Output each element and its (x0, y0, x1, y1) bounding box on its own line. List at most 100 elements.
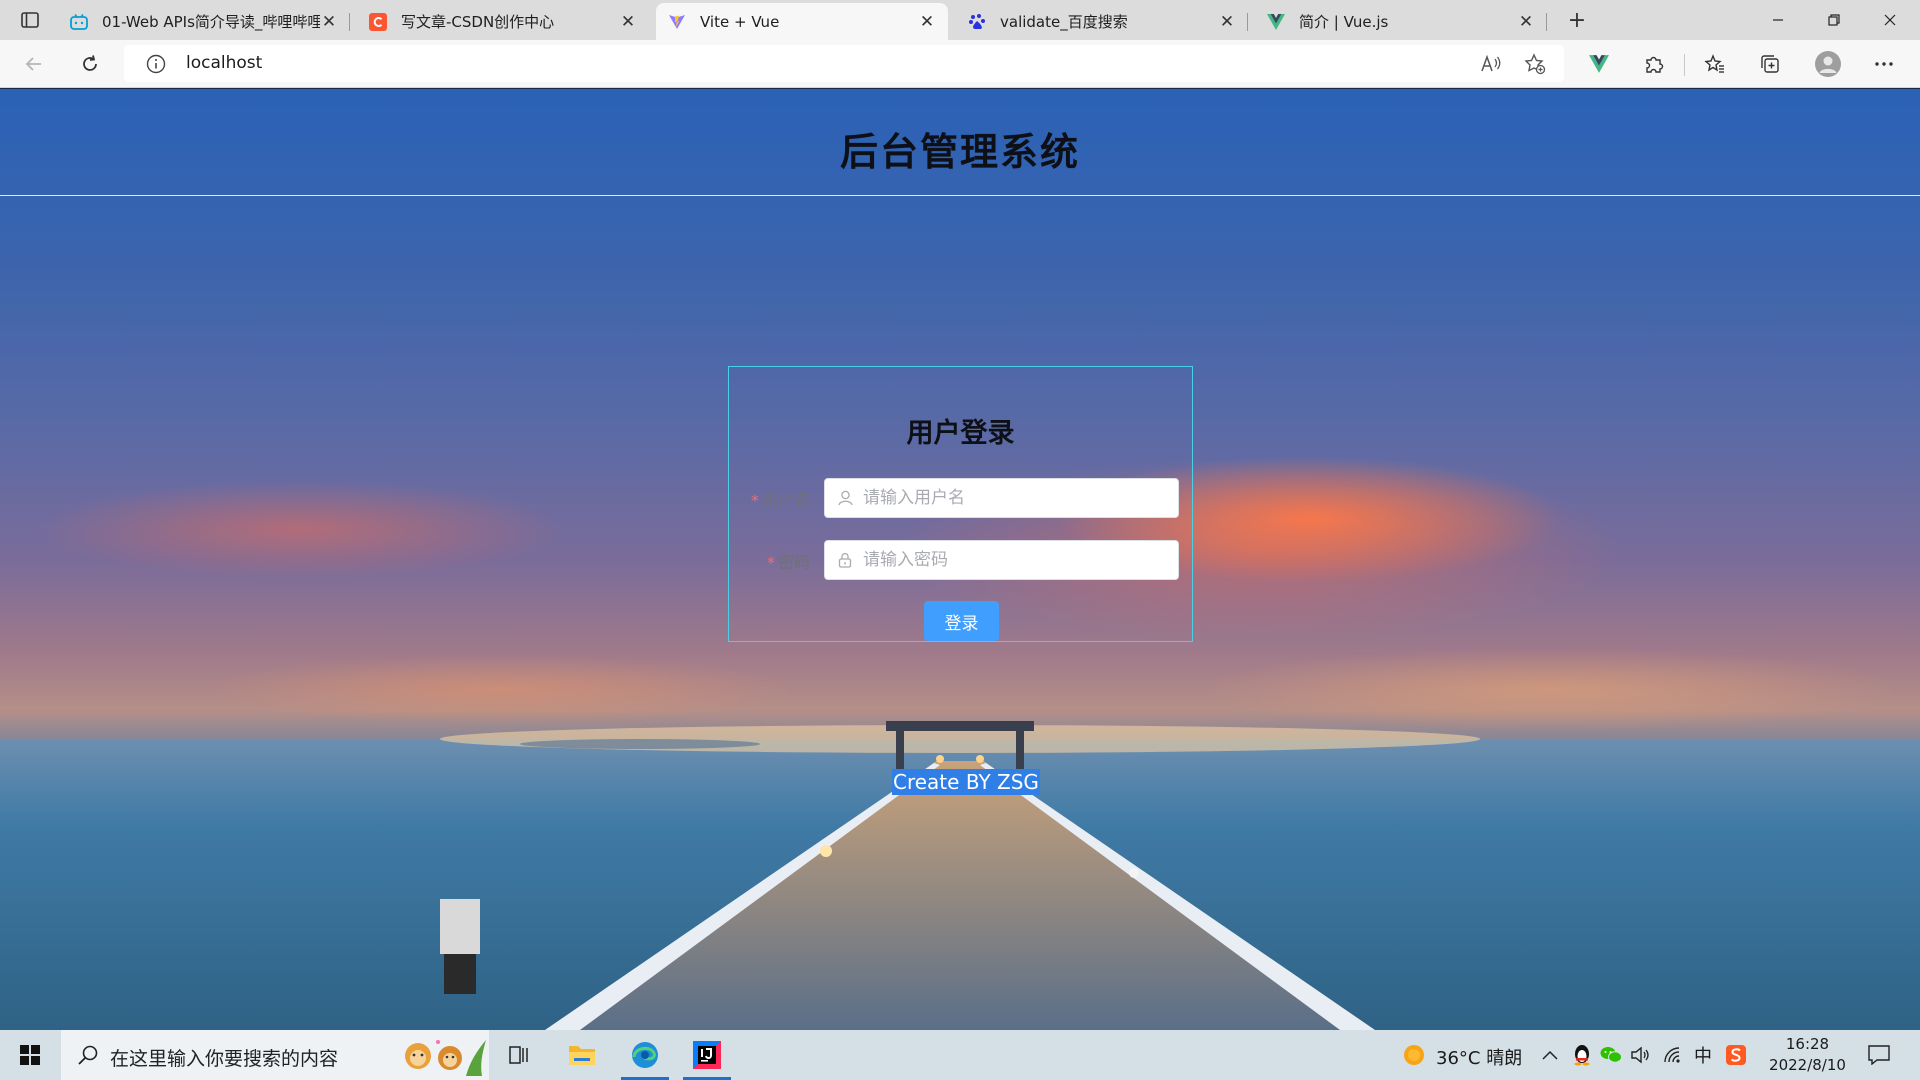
search-icon (77, 1044, 99, 1066)
tab-csdn[interactable]: 写文章-CSDN创作中心 ✕ (357, 3, 649, 40)
new-tab-button[interactable]: + (1562, 6, 1592, 34)
csdn-icon (369, 12, 387, 31)
footer-credit: Create BY ZSG (892, 769, 1040, 795)
page-title: 后台管理系统 (839, 130, 1080, 174)
add-favorite-icon[interactable] (1524, 53, 1546, 75)
tab-divider (1247, 13, 1248, 31)
weather-widget[interactable] (1402, 1030, 1426, 1080)
read-aloud-icon[interactable] (1480, 53, 1502, 75)
vue-devtools-extension-button[interactable] (1583, 48, 1615, 80)
search-highlight-icon (405, 1040, 486, 1076)
puzzle-icon (1646, 56, 1664, 73)
toolbar-separator (1684, 54, 1685, 76)
username-row: * 用户名 (729, 478, 1192, 518)
baidu-icon (968, 13, 986, 31)
username-input[interactable] (863, 488, 1163, 508)
more-horizontal-icon (1875, 62, 1893, 66)
address-bar[interactable]: localhost (124, 45, 1564, 82)
weather-text: 36°C 晴朗 (1436, 1048, 1523, 1069)
task-view-button[interactable] (492, 1030, 548, 1080)
login-button[interactable]: 登录 (924, 601, 999, 641)
password-field[interactable] (824, 540, 1179, 580)
refresh-icon (83, 55, 97, 71)
chevron-up-icon (1542, 1050, 1558, 1060)
volume-button[interactable] (1630, 1030, 1650, 1080)
header-divider (0, 195, 1920, 196)
minimize-button[interactable] (1750, 0, 1806, 40)
clock-time: 16:28 (1785, 1035, 1830, 1053)
username-label: * 用户名 (751, 487, 810, 511)
sun-icon (1404, 1045, 1424, 1065)
tab-strip: 01-Web APIs简介导读_哔哩哔哩 ✕ 写文章-CSDN创作中心 ✕ Vi… (0, 0, 1920, 40)
profile-button[interactable] (1812, 48, 1844, 80)
user-icon (837, 490, 853, 506)
vue-icon (1267, 13, 1285, 31)
password-input[interactable] (863, 550, 1163, 570)
wechat-tray-button[interactable] (1600, 1030, 1622, 1080)
close-icon: ✕ (919, 11, 935, 32)
required-mark: * (766, 553, 775, 572)
tab-title: validate_百度搜索 (1000, 13, 1128, 31)
notification-icon (1868, 1045, 1890, 1065)
tab-actions-icon (21, 12, 39, 28)
windows-taskbar: 在这里输入你要搜索的内容 36°C 晴朗 中 16:28 2022/8/10 (0, 1030, 1920, 1080)
tab-title: Vite + Vue (700, 12, 780, 31)
close-tab-button[interactable]: ✕ (619, 12, 637, 32)
collections-icon (1761, 55, 1779, 73)
taskbar-search-box[interactable]: 在这里输入你要搜索的内容 (61, 1030, 489, 1080)
close-icon: ✕ (321, 11, 337, 32)
address-url[interactable]: localhost (186, 53, 262, 73)
vite-icon (668, 13, 686, 31)
settings-more-button[interactable] (1868, 48, 1900, 80)
refresh-button[interactable] (74, 48, 106, 80)
back-button[interactable] (18, 48, 50, 80)
tab-vite-vue[interactable]: Vite + Vue ✕ (656, 3, 948, 40)
close-window-button[interactable] (1862, 0, 1918, 40)
username-field[interactable] (824, 478, 1179, 518)
taskbar-intellij[interactable] (679, 1030, 735, 1080)
tab-vuejs[interactable]: 简介 | Vue.js ✕ (1255, 3, 1547, 40)
close-icon (1884, 14, 1896, 26)
close-tab-button[interactable]: ✕ (1218, 12, 1236, 32)
browser-toolbar: localhost (0, 40, 1920, 88)
plus-icon: + (1567, 7, 1587, 33)
notifications-button[interactable] (1868, 1030, 1890, 1080)
network-button[interactable] (1663, 1030, 1683, 1080)
login-title: 用户登录 (906, 418, 1015, 449)
qq-tray-button[interactable] (1572, 1030, 1592, 1080)
intellij-idea-icon (693, 1041, 721, 1069)
tab-baidu[interactable]: validate_百度搜索 ✕ (956, 3, 1248, 40)
arrow-left-icon (25, 57, 41, 71)
info-icon[interactable] (146, 54, 166, 74)
login-form: 用户登录 *用户名 *密码 登录 (728, 366, 1193, 642)
restore-button[interactable] (1806, 0, 1862, 40)
extensions-button[interactable] (1638, 48, 1670, 80)
tab-bilibili[interactable]: 01-Web APIs简介导读_哔哩哔哩 ✕ (58, 3, 350, 40)
tab-actions-button[interactable] (14, 8, 46, 32)
sogou-ime-button[interactable] (1726, 1030, 1746, 1080)
start-button[interactable] (0, 1030, 60, 1080)
password-label-text: 密码 (777, 553, 810, 572)
vue-icon (1589, 55, 1609, 73)
lock-icon (837, 552, 853, 568)
tab-title: 01-Web APIs简介导读_哔哩哔哩 (102, 13, 320, 31)
close-tab-button[interactable]: ✕ (320, 11, 338, 32)
taskbar-clock[interactable]: 16:28 2022/8/10 (1760, 1034, 1855, 1076)
close-tab-button[interactable]: ✕ (1517, 12, 1535, 32)
input-method-button[interactable]: 中 (1694, 1030, 1712, 1080)
collections-button[interactable] (1754, 48, 1786, 80)
show-hidden-icons-button[interactable] (1542, 1030, 1558, 1080)
close-tab-button[interactable]: ✕ (918, 11, 936, 32)
avatar-icon (1815, 51, 1841, 77)
required-mark: * (750, 491, 759, 510)
speaker-icon (1631, 1046, 1649, 1064)
edge-icon (632, 1042, 658, 1068)
folder-icon (569, 1046, 595, 1065)
taskbar-file-explorer[interactable] (554, 1030, 610, 1080)
favorites-button[interactable] (1699, 48, 1731, 80)
clock-date: 2022/8/10 (1769, 1056, 1846, 1074)
password-label: * 密码 (767, 549, 810, 573)
sogou-ime-icon (1726, 1045, 1746, 1065)
taskbar-edge[interactable] (617, 1030, 673, 1080)
tab-title: 简介 | Vue.js (1299, 13, 1389, 31)
